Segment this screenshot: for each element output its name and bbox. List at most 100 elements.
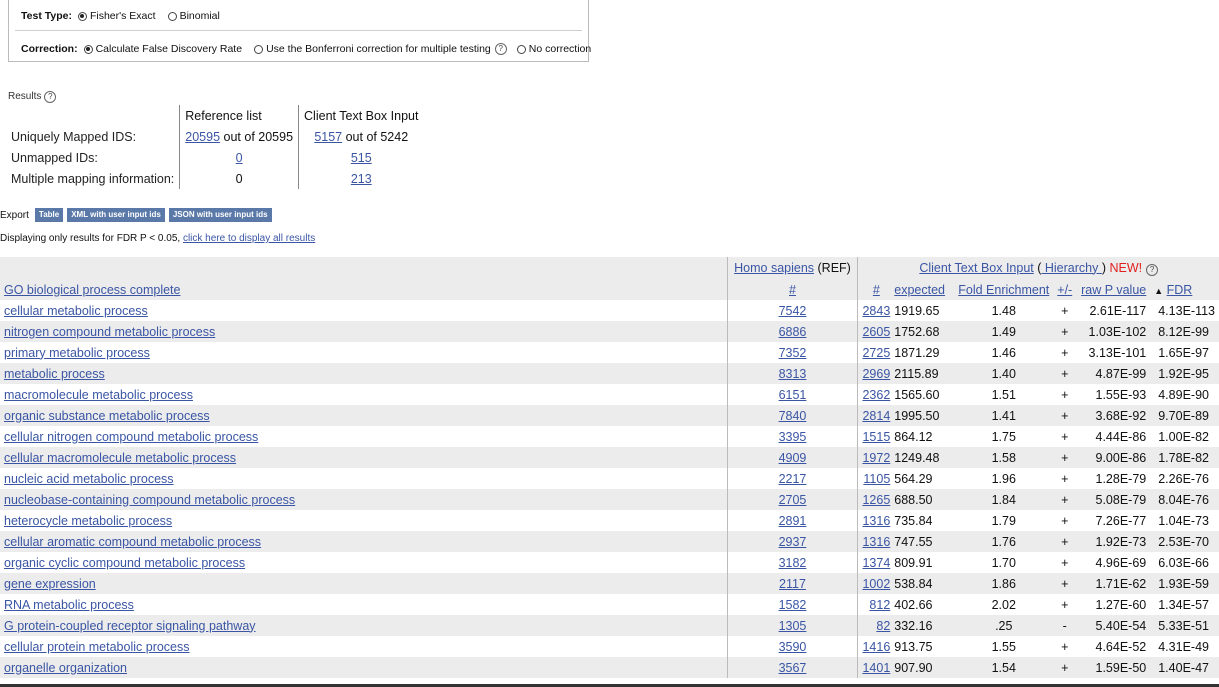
- input-count-link[interactable]: 2969: [862, 367, 890, 381]
- go-term-link[interactable]: nitrogen compound metabolic process: [4, 325, 215, 339]
- go-term-link[interactable]: nucleic acid metabolic process: [4, 472, 174, 486]
- go-term-link[interactable]: organic cyclic compound metabolic proces…: [4, 556, 245, 570]
- ref-count-link[interactable]: 4909: [779, 451, 807, 465]
- export-xml-button[interactable]: XML with user input ids: [67, 208, 165, 222]
- fold-enrichment-sort-link[interactable]: Fold Enrichment: [958, 283, 1049, 297]
- ref-count-link[interactable]: 2705: [779, 493, 807, 507]
- fold-enrichment-value: 1.96: [991, 471, 1016, 486]
- reference-species-link[interactable]: Homo sapiens: [734, 261, 814, 275]
- fold-enrichment-value: 1.54: [954, 657, 1054, 678]
- input-count-link[interactable]: 2605: [862, 325, 890, 339]
- raw-p-value: 5.40E-54: [1076, 615, 1151, 636]
- ref-count-link[interactable]: 2217: [779, 472, 807, 486]
- go-term-link[interactable]: organic substance metabolic process: [4, 409, 210, 423]
- expected-sort-link[interactable]: expected: [894, 283, 945, 297]
- ref-count-link[interactable]: 8313: [779, 367, 807, 381]
- export-json-button[interactable]: JSON with user input ids: [168, 208, 272, 222]
- enrichment-table: Homo sapiens (REF) Client Text Box Input…: [0, 257, 1219, 678]
- fdr-sort-link[interactable]: FDR: [1167, 283, 1193, 297]
- input-count-link[interactable]: 1374: [862, 556, 890, 570]
- help-icon[interactable]: ?: [494, 43, 507, 55]
- input-count-link[interactable]: 1265: [862, 493, 890, 507]
- client-mapped-link[interactable]: 5157: [314, 130, 342, 144]
- go-term-link[interactable]: gene expression: [4, 577, 96, 591]
- input-count-link[interactable]: 82: [876, 619, 890, 633]
- correction-none-radio[interactable]: No correction: [516, 43, 591, 55]
- help-icon[interactable]: ?: [1146, 263, 1159, 276]
- input-count-link[interactable]: 1316: [862, 535, 890, 549]
- fold-enrichment-value: 1.58: [954, 447, 1054, 468]
- table-row: cellular nitrogen compound metabolic pro…: [0, 426, 1219, 447]
- fdr-value: 1.78E-82: [1150, 447, 1219, 468]
- ref-count-link[interactable]: 3182: [779, 556, 807, 570]
- go-term-link[interactable]: RNA metabolic process: [4, 598, 134, 612]
- direction-sort-link[interactable]: +/-: [1057, 283, 1072, 297]
- ref-unmapped-link[interactable]: 0: [236, 151, 243, 165]
- ref-count-link[interactable]: 1582: [779, 598, 807, 612]
- ref-count-link[interactable]: 7352: [779, 346, 807, 360]
- input-count-link[interactable]: 2814: [862, 409, 890, 423]
- input-count-link[interactable]: 1316: [862, 514, 890, 528]
- ref-count-link[interactable]: 7840: [779, 409, 807, 423]
- count-sort-link[interactable]: #: [873, 283, 880, 297]
- input-count-link[interactable]: 2725: [862, 346, 890, 360]
- mapping-row: Multiple mapping information: 0 213: [6, 168, 424, 189]
- ref-count-link[interactable]: 3590: [779, 640, 807, 654]
- input-count-link[interactable]: 1401: [862, 661, 890, 675]
- client-input-link[interactable]: Client Text Box Input: [919, 261, 1033, 275]
- go-term-link[interactable]: organelle organization: [4, 661, 127, 675]
- go-term-link[interactable]: macromolecule metabolic process: [4, 388, 193, 402]
- export-table-button[interactable]: Table: [34, 208, 64, 222]
- table-row: heterocycle metabolic process 2891 1316 735…: [0, 510, 1219, 531]
- correction-fdr-radio[interactable]: Calculate False Discovery Rate: [83, 43, 242, 55]
- input-count-link[interactable]: 2843: [862, 304, 890, 318]
- input-count-link[interactable]: 1972: [862, 451, 890, 465]
- fdr-value: 5.33E-51: [1150, 615, 1219, 636]
- ref-count-link[interactable]: 1305: [779, 619, 807, 633]
- client-unmapped-link[interactable]: 515: [351, 151, 372, 165]
- raw-p-value: 4.96E-69: [1095, 555, 1147, 570]
- ref-count-link[interactable]: 2891: [779, 514, 807, 528]
- client-multiple-mapping-link[interactable]: 213: [351, 172, 372, 186]
- table-row: cellular metabolic process 7542 2843 1919.6…: [0, 300, 1219, 321]
- ref-count-link[interactable]: 6151: [779, 388, 807, 402]
- go-term-link[interactable]: cellular protein metabolic process: [4, 640, 190, 654]
- ref-count-link[interactable]: 2117: [779, 577, 806, 591]
- direction-value: +: [1061, 639, 1069, 654]
- raw-p-sort-link[interactable]: raw P value: [1081, 283, 1146, 297]
- help-icon[interactable]: ?: [44, 91, 57, 103]
- ref-count-sort-link[interactable]: #: [789, 283, 796, 297]
- ref-count-link[interactable]: 3567: [779, 661, 807, 675]
- table-row: primary metabolic process 7352 2725 1871.29…: [0, 342, 1219, 363]
- go-term-link[interactable]: primary metabolic process: [4, 346, 150, 360]
- correction-bonferroni-radio[interactable]: Use the Bonferroni correction for multip…: [254, 43, 491, 55]
- input-count-link[interactable]: 1515: [862, 430, 890, 444]
- test-type-binomial-radio[interactable]: Binomial: [167, 10, 220, 22]
- input-count-link[interactable]: 812: [869, 598, 890, 612]
- go-term-link[interactable]: G protein-coupled receptor signaling pat…: [4, 619, 256, 633]
- table-row: cellular protein metabolic process 3590 14…: [0, 636, 1219, 657]
- input-count-link[interactable]: 1002: [862, 577, 890, 591]
- go-term-link[interactable]: cellular metabolic process: [4, 304, 148, 318]
- display-all-results-link[interactable]: click here to display all results: [183, 233, 315, 244]
- go-term-link[interactable]: metabolic process: [4, 367, 105, 381]
- input-count-link[interactable]: 1416: [862, 640, 890, 654]
- ref-count-link[interactable]: 3395: [779, 430, 807, 444]
- go-term-link[interactable]: cellular nitrogen compound metabolic pro…: [4, 430, 258, 444]
- go-category-header-link[interactable]: GO biological process complete: [4, 283, 180, 297]
- ref-mapped-link[interactable]: 20595: [185, 130, 220, 144]
- direction-value: +: [1061, 555, 1069, 570]
- go-term-link[interactable]: cellular aromatic compound metabolic pro…: [4, 535, 261, 549]
- input-count-link[interactable]: 1105: [863, 472, 890, 486]
- hierarchy-link[interactable]: Hierarchy: [1041, 261, 1101, 275]
- go-term-link[interactable]: cellular macromolecule metabolic process: [4, 451, 236, 465]
- test-type-fisher-radio[interactable]: Fisher's Exact: [77, 10, 156, 22]
- expected-value: 735.84: [894, 513, 933, 528]
- go-term-link[interactable]: heterocycle metabolic process: [4, 514, 172, 528]
- ref-count-link[interactable]: 7542: [779, 304, 807, 318]
- expected-value: 809.91: [894, 555, 933, 570]
- go-term-link[interactable]: nucleobase-containing compound metabolic…: [4, 493, 295, 507]
- input-count-link[interactable]: 2362: [862, 388, 890, 402]
- ref-count-link[interactable]: 2937: [779, 535, 807, 549]
- ref-count-link[interactable]: 6886: [779, 325, 807, 339]
